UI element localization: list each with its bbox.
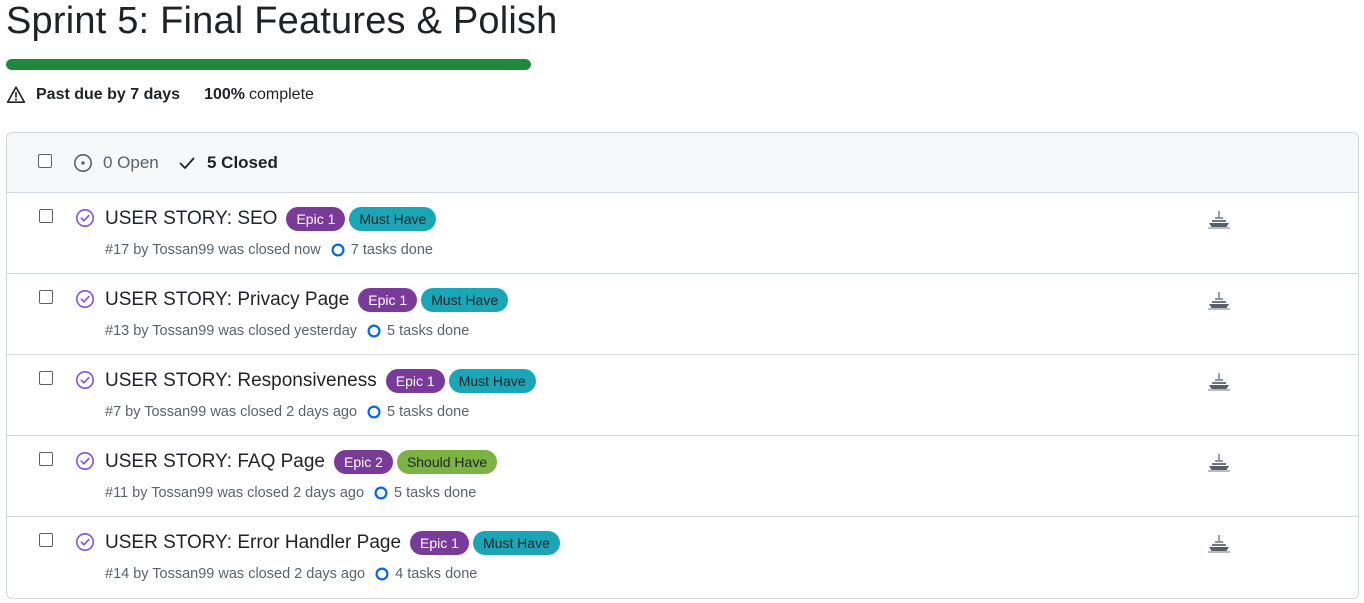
closed-issue-icon (75, 289, 95, 309)
epic-label[interactable]: Epic 2 (334, 450, 393, 474)
issue-meta-line: #13 by Tossan99 was closed yesterday 5 t… (105, 323, 469, 339)
should-have-label[interactable]: Should Have (396, 450, 498, 474)
issue-meta: #11 by Tossan99 was closed 2 days ago (105, 485, 365, 501)
issue-meta-line: #11 by Tossan99 was closed 2 days ago 5 … (105, 485, 476, 501)
issue-meta-line: #7 by Tossan99 was closed 2 days ago 5 t… (105, 404, 469, 420)
alert-icon (6, 85, 26, 105)
task-count: 4 tasks done (395, 566, 478, 582)
task-progress: 4 tasks done (375, 566, 477, 582)
issue-title-link[interactable]: USER STORY: SEO (105, 208, 277, 230)
closed-filter[interactable]: 5 Closed (178, 153, 278, 173)
open-issue-icon (73, 153, 93, 173)
issue-meta: #17 by Tossan99 was closed now (105, 242, 321, 258)
ship-avatar-icon[interactable] (1207, 208, 1231, 232)
issue-checkbox[interactable] (39, 533, 53, 547)
milestone-title: Sprint 5: Final Features & Polish (6, 0, 558, 42)
issue-meta: #14 by Tossan99 was closed 2 days ago (105, 566, 366, 582)
issue-row[interactable]: USER STORY: Privacy Page Epic 1 Must Have… (7, 274, 1358, 355)
task-progress-icon (367, 405, 381, 419)
task-progress: 5 tasks done (367, 323, 469, 339)
task-progress: 5 tasks done (367, 404, 469, 420)
task-progress: 7 tasks done (331, 242, 433, 258)
closed-issue-icon (75, 208, 95, 228)
milestone-progress-bar (6, 59, 531, 70)
issue-row[interactable]: USER STORY: FAQ Page Epic 2 Should Have #… (7, 436, 1358, 517)
issue-title-line: USER STORY: Responsiveness Epic 1 Must Ha… (105, 368, 536, 394)
ship-avatar-icon[interactable] (1207, 451, 1231, 475)
task-count: 5 tasks done (394, 485, 477, 501)
epic-label[interactable]: Epic 1 (286, 207, 346, 231)
must-have-label[interactable]: Must Have (472, 531, 560, 555)
must-have-label[interactable]: Must Have (421, 288, 509, 312)
issue-title-link[interactable]: USER STORY: Error Handler Page (105, 532, 401, 554)
issue-row[interactable]: USER STORY: Responsiveness Epic 1 Must Ha… (7, 355, 1358, 436)
issue-checkbox[interactable] (39, 371, 53, 385)
percent-complete: 100% (204, 86, 245, 103)
issue-meta-line: #17 by Tossan99 was closed now 7 tasks d… (105, 242, 433, 258)
issue-checkbox[interactable] (39, 290, 53, 304)
task-progress: 5 tasks done (374, 485, 476, 501)
issue-checkbox[interactable] (39, 209, 53, 223)
issue-title-line: USER STORY: Privacy Page Epic 1 Must Have (105, 287, 509, 313)
milestone-progress-fill (6, 59, 531, 70)
issue-title-line: USER STORY: Error Handler Page Epic 1 Mus… (105, 530, 560, 556)
task-count: 5 tasks done (387, 404, 470, 420)
issue-meta: #7 by Tossan99 was closed 2 days ago (105, 404, 358, 420)
ship-avatar-icon[interactable] (1207, 370, 1231, 394)
issue-title-line: USER STORY: SEO Epic 1 Must Have (105, 206, 437, 232)
open-filter-label: 0 Open (103, 153, 159, 172)
task-count: 5 tasks done (387, 323, 470, 339)
issue-list-header: 0 Open 5 Closed (7, 133, 1358, 193)
issue-labels: Epic 2 Should Have (330, 450, 498, 474)
issue-title-line: USER STORY: FAQ Page Epic 2 Should Have (105, 449, 498, 475)
issue-meta: #13 by Tossan99 was closed yesterday (105, 323, 358, 339)
closed-filter-label: 5 Closed (207, 153, 278, 172)
issue-labels: Epic 1 Must Have (354, 288, 509, 312)
ship-avatar-icon[interactable] (1207, 532, 1231, 556)
epic-label[interactable]: Epic 1 (358, 288, 418, 312)
issue-title-link[interactable]: USER STORY: Privacy Page (105, 289, 349, 311)
task-progress-icon (331, 243, 345, 257)
ship-avatar-icon[interactable] (1207, 289, 1231, 313)
task-progress-icon (367, 324, 381, 338)
must-have-label[interactable]: Must Have (448, 369, 536, 393)
closed-issue-icon (75, 532, 95, 552)
issue-row[interactable]: USER STORY: SEO Epic 1 Must Have #17 by T… (7, 193, 1358, 274)
issue-row[interactable]: USER STORY: Error Handler Page Epic 1 Mus… (7, 517, 1358, 598)
must-have-label[interactable]: Must Have (349, 207, 437, 231)
check-icon (178, 154, 196, 172)
issue-labels: Epic 1 Must Have (282, 207, 437, 231)
task-count: 7 tasks done (350, 242, 433, 258)
issue-labels: Epic 1 Must Have (382, 369, 536, 393)
closed-issue-icon (75, 451, 95, 471)
select-all-checkbox[interactable] (38, 154, 52, 168)
open-filter[interactable]: 0 Open (73, 153, 159, 173)
issue-title-link[interactable]: USER STORY: FAQ Page (105, 451, 325, 473)
due-status: Past due by 7 days (36, 86, 181, 103)
issue-labels: Epic 1 Must Have (406, 531, 560, 555)
epic-label[interactable]: Epic 1 (410, 531, 469, 555)
issue-list: 0 Open 5 Closed USER STORY: SEO Epic 1 Mu… (6, 132, 1359, 599)
epic-label[interactable]: Epic 1 (385, 369, 445, 393)
issue-title-link[interactable]: USER STORY: Responsiveness (105, 370, 377, 392)
task-progress-icon (374, 486, 388, 500)
complete-label: complete (248, 86, 314, 103)
closed-issue-icon (75, 370, 95, 390)
task-progress-icon (375, 567, 389, 581)
milestone-meta: Past due by 7 days 100% complete (6, 84, 314, 106)
issue-checkbox[interactable] (39, 452, 53, 466)
issue-meta-line: #14 by Tossan99 was closed 2 days ago 4 … (105, 566, 477, 582)
